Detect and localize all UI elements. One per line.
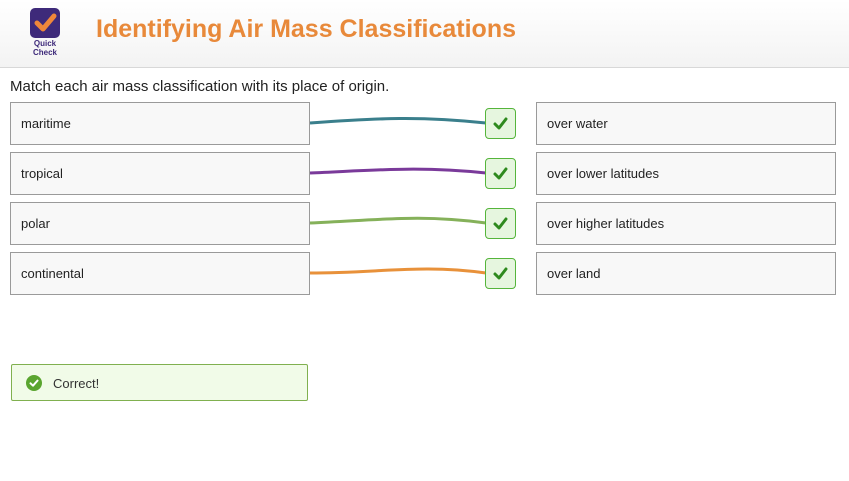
feedback-banner: Correct! bbox=[11, 364, 308, 401]
connector-line-tropical bbox=[309, 167, 487, 175]
match-check-maritime bbox=[485, 108, 516, 139]
checkmark-icon bbox=[493, 217, 508, 230]
checkmark-icon bbox=[493, 117, 508, 130]
left-item-maritime[interactable]: maritime bbox=[10, 102, 310, 145]
match-check-continental bbox=[485, 258, 516, 289]
connector-line-polar bbox=[309, 216, 487, 225]
right-item-over-lower-latitudes[interactable]: over lower latitudes bbox=[536, 152, 836, 195]
check-circle-icon bbox=[26, 375, 42, 391]
left-item-continental[interactable]: continental bbox=[10, 252, 310, 295]
left-item-polar[interactable]: polar bbox=[10, 202, 310, 245]
checkmark-icon bbox=[493, 167, 508, 180]
right-item-over-water[interactable]: over water bbox=[536, 102, 836, 145]
connector-line-maritime bbox=[309, 116, 487, 125]
feedback-text: Correct! bbox=[53, 376, 100, 391]
match-check-tropical bbox=[485, 158, 516, 189]
right-item-over-higher-latitudes[interactable]: over higher latitudes bbox=[536, 202, 836, 245]
left-item-tropical[interactable]: tropical bbox=[10, 152, 310, 195]
right-item-over-land[interactable]: over land bbox=[536, 252, 836, 295]
checkmark-icon bbox=[493, 267, 508, 280]
connector-line-continental bbox=[309, 267, 487, 275]
match-check-polar bbox=[485, 208, 516, 239]
